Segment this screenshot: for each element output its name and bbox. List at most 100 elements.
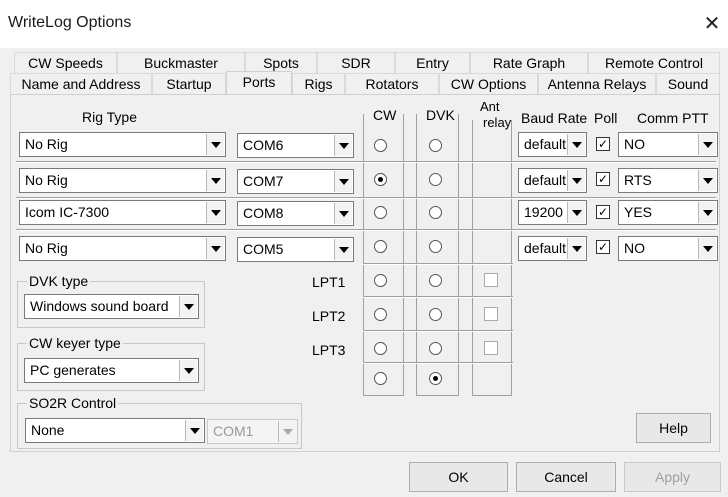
chevron-down-icon[interactable] bbox=[334, 203, 352, 224]
lpt3-relay-checkbox[interactable] bbox=[484, 341, 498, 355]
chevron-down-icon[interactable] bbox=[567, 202, 585, 223]
com-port-value: COM6 bbox=[243, 137, 284, 153]
header-baud-rate: Baud Rate bbox=[521, 110, 588, 126]
comm-ptt-select[interactable]: NO bbox=[618, 132, 718, 157]
com-port-select[interactable]: COM6 bbox=[237, 133, 354, 158]
baud-rate-select[interactable]: 19200 bbox=[518, 200, 587, 225]
poll-checkbox[interactable]: ✓ bbox=[596, 137, 610, 151]
comm-ptt-select[interactable]: RTS bbox=[618, 168, 718, 193]
so2r-port-select[interactable]: COM1 bbox=[207, 419, 298, 444]
extra-cw-radio[interactable] bbox=[374, 372, 387, 385]
poll-checkbox[interactable]: ✓ bbox=[596, 240, 610, 254]
tab-rigs[interactable]: Rigs bbox=[292, 73, 345, 94]
lpt3-cw-radio[interactable] bbox=[374, 342, 387, 355]
chevron-down-icon[interactable] bbox=[334, 239, 352, 260]
tab-buckmaster[interactable]: Buckmaster bbox=[117, 52, 245, 73]
apply-button[interactable]: Apply bbox=[624, 462, 721, 492]
cw-radio[interactable] bbox=[374, 139, 387, 152]
cancel-button[interactable]: Cancel bbox=[516, 462, 616, 492]
header-ant: Ant bbox=[480, 99, 500, 114]
com-port-value: COM8 bbox=[243, 205, 284, 221]
tab-entry[interactable]: Entry bbox=[395, 52, 470, 73]
tab-cw-speeds[interactable]: CW Speeds bbox=[14, 52, 117, 73]
chevron-down-icon[interactable] bbox=[334, 171, 352, 192]
baud-rate-select[interactable]: default bbox=[518, 168, 587, 193]
tab-sdr[interactable]: SDR bbox=[317, 52, 395, 73]
tab-remote-control[interactable]: Remote Control bbox=[588, 52, 720, 73]
rig-type-select[interactable]: No Rig bbox=[19, 132, 226, 157]
lpt1-dvk-radio[interactable] bbox=[429, 274, 442, 287]
lpt2-dvk-radio[interactable] bbox=[429, 308, 442, 321]
lpt3-label: LPT3 bbox=[312, 342, 346, 358]
com-port-select[interactable]: COM7 bbox=[237, 169, 354, 194]
comm-ptt-value: NO bbox=[624, 136, 645, 152]
cw-radio[interactable] bbox=[374, 206, 387, 219]
dvk-radio[interactable] bbox=[429, 206, 442, 219]
comm-ptt-select[interactable]: NO bbox=[618, 236, 718, 261]
chevron-down-icon[interactable] bbox=[179, 296, 197, 317]
baud-rate-select[interactable]: default bbox=[518, 132, 587, 157]
dvk-radio[interactable] bbox=[429, 173, 442, 186]
rig-type-select[interactable]: No Rig bbox=[19, 168, 226, 193]
cw-keyer-select[interactable]: PC generates bbox=[24, 358, 199, 383]
com-port-value: COM7 bbox=[243, 173, 284, 189]
rig-type-select[interactable]: No Rig bbox=[19, 236, 226, 261]
tab-cw-options[interactable]: CW Options bbox=[439, 73, 538, 94]
chevron-down-icon[interactable] bbox=[698, 202, 716, 223]
lpt2-cw-radio[interactable] bbox=[374, 308, 387, 321]
extra-dvk-radio[interactable] bbox=[429, 372, 442, 385]
baud-rate-select[interactable]: default bbox=[518, 236, 587, 261]
chevron-down-icon[interactable] bbox=[698, 134, 716, 155]
cw-keyer-value: PC generates bbox=[30, 362, 116, 378]
cw-radio[interactable] bbox=[374, 173, 387, 186]
chevron-down-icon[interactable] bbox=[567, 238, 585, 259]
dvk-type-value: Windows sound board bbox=[30, 298, 169, 314]
tab-sound[interactable]: Sound bbox=[656, 73, 720, 94]
chevron-down-icon[interactable] bbox=[334, 135, 352, 156]
tab-antenna-relays[interactable]: Antenna Relays bbox=[538, 73, 656, 94]
row-separator bbox=[363, 263, 513, 265]
baud-rate-value: default bbox=[524, 240, 567, 256]
dvk-type-select[interactable]: Windows sound board bbox=[24, 294, 199, 319]
poll-checkbox[interactable]: ✓ bbox=[596, 172, 610, 186]
comm-ptt-value: RTS bbox=[624, 172, 652, 188]
comm-ptt-select[interactable]: YES bbox=[618, 200, 718, 225]
close-icon[interactable]: ✕ bbox=[700, 12, 724, 36]
chevron-down-icon[interactable] bbox=[206, 238, 224, 259]
ok-button[interactable]: OK bbox=[409, 462, 508, 492]
rig-type-value: Icom IC-7300 bbox=[25, 204, 110, 220]
tab-rotators[interactable]: Rotators bbox=[345, 73, 439, 94]
chevron-down-icon[interactable] bbox=[206, 134, 224, 155]
lpt1-cw-radio[interactable] bbox=[374, 274, 387, 287]
dvk-radio[interactable] bbox=[429, 139, 442, 152]
tab-ports[interactable]: Ports bbox=[226, 71, 292, 94]
chevron-down-icon[interactable] bbox=[567, 170, 585, 191]
chevron-down-icon[interactable] bbox=[185, 420, 203, 441]
chevron-down-icon[interactable] bbox=[206, 170, 224, 191]
row-separator bbox=[363, 330, 513, 332]
tab-name-and-address[interactable]: Name and Address bbox=[10, 73, 152, 94]
cw-radio[interactable] bbox=[374, 240, 387, 253]
row-separator bbox=[16, 161, 716, 163]
poll-checkbox[interactable]: ✓ bbox=[596, 205, 610, 219]
dvk-radio[interactable] bbox=[429, 240, 442, 253]
chevron-down-icon[interactable] bbox=[179, 360, 197, 381]
lpt2-relay-checkbox[interactable] bbox=[484, 307, 498, 321]
baud-rate-value: default bbox=[524, 136, 567, 152]
chevron-down-icon[interactable] bbox=[567, 134, 585, 155]
lpt3-dvk-radio[interactable] bbox=[429, 342, 442, 355]
so2r-select[interactable]: None bbox=[25, 418, 205, 443]
tab-startup[interactable]: Startup bbox=[152, 73, 226, 94]
chevron-down-icon[interactable] bbox=[698, 238, 716, 259]
chevron-down-icon[interactable] bbox=[206, 202, 224, 223]
com-port-select[interactable]: COM8 bbox=[237, 201, 354, 226]
help-button[interactable]: Help bbox=[636, 413, 711, 443]
window-title: WriteLog Options bbox=[8, 14, 132, 31]
tab-spots[interactable]: Spots bbox=[245, 52, 317, 73]
lpt1-relay-checkbox[interactable] bbox=[484, 273, 498, 287]
tab-rate-graph[interactable]: Rate Graph bbox=[470, 52, 588, 73]
chevron-down-icon[interactable] bbox=[278, 421, 296, 442]
rig-type-select[interactable]: Icom IC-7300 bbox=[19, 200, 226, 225]
chevron-down-icon[interactable] bbox=[698, 170, 716, 191]
com-port-select[interactable]: COM5 bbox=[237, 237, 354, 262]
